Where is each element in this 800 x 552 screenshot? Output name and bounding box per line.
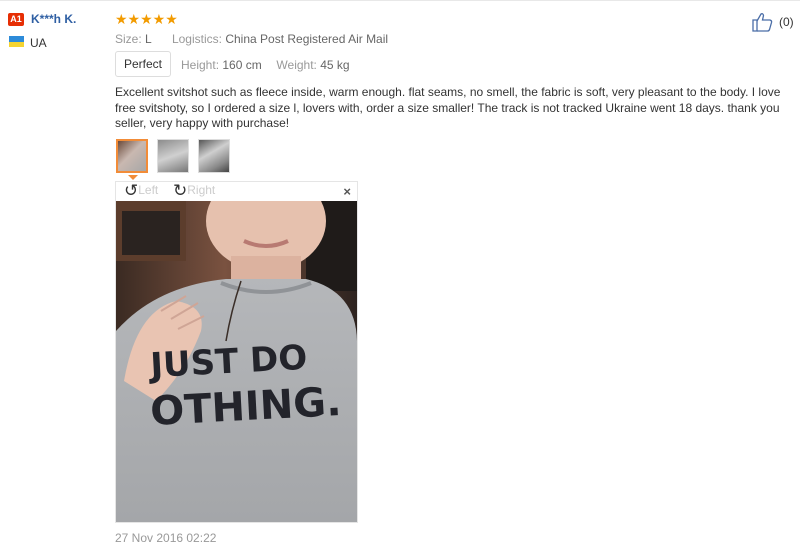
logistics-value: China Post Registered Air Mail — [225, 32, 389, 46]
size-label: Size: — [115, 32, 142, 46]
rotate-left-button[interactable]: ↺Left — [124, 181, 159, 200]
rotate-right-button[interactable]: ↻Right — [173, 181, 216, 200]
top-divider — [0, 0, 800, 1]
reviewer-name: K***h K. — [31, 12, 77, 26]
rotate-right-icon: ↻ — [173, 181, 188, 200]
fit-rating-badge: Perfect — [115, 51, 171, 77]
star-rating: ★★★★★ — [115, 11, 178, 27]
rotate-right-label: Right — [187, 183, 216, 198]
rotate-left-label: Left — [138, 183, 159, 198]
weight-label: Weight: — [276, 58, 317, 72]
close-viewer-button[interactable]: × — [343, 184, 351, 199]
review-photo-thumbnail[interactable] — [116, 139, 148, 173]
order-meta: Size: L Logistics: China Post Registered… — [115, 32, 388, 46]
body-measurements: Height: 160 cm Weight: 45 kg — [181, 58, 350, 72]
shirt-print-line1: JUST DO — [147, 338, 308, 386]
rotate-left-icon: ↺ — [124, 181, 139, 200]
buyer-level-badge: A1 — [8, 13, 24, 26]
review-date: 27 Nov 2016 02:22 — [115, 531, 217, 545]
weight-value: 45 kg — [320, 58, 350, 72]
review-text: Excellent svitshot such as fleece inside… — [115, 85, 781, 130]
size-value: L — [145, 32, 152, 46]
helpful-count: (0) — [779, 15, 794, 29]
review-photo: JUST DO OTHING. — [116, 201, 357, 522]
helpful-thumbs-up-button[interactable] — [752, 12, 774, 37]
photo-viewer: ↺Left ↻Right × JUST DO OTHING. — [115, 181, 358, 523]
viewer-toolbar: ↺Left ↻Right × — [116, 182, 357, 201]
height-value: 160 cm — [222, 58, 262, 72]
logistics-label: Logistics: — [171, 32, 222, 46]
thumbs-up-icon — [752, 13, 773, 32]
height-label: Height: — [181, 58, 220, 72]
ukraine-flag-icon — [9, 36, 24, 47]
active-thumbnail-pointer — [128, 175, 138, 180]
review-photo-thumbnail[interactable] — [198, 139, 230, 173]
review-photo-thumbnail[interactable] — [157, 139, 189, 173]
reviewer-country: UA — [30, 36, 47, 50]
